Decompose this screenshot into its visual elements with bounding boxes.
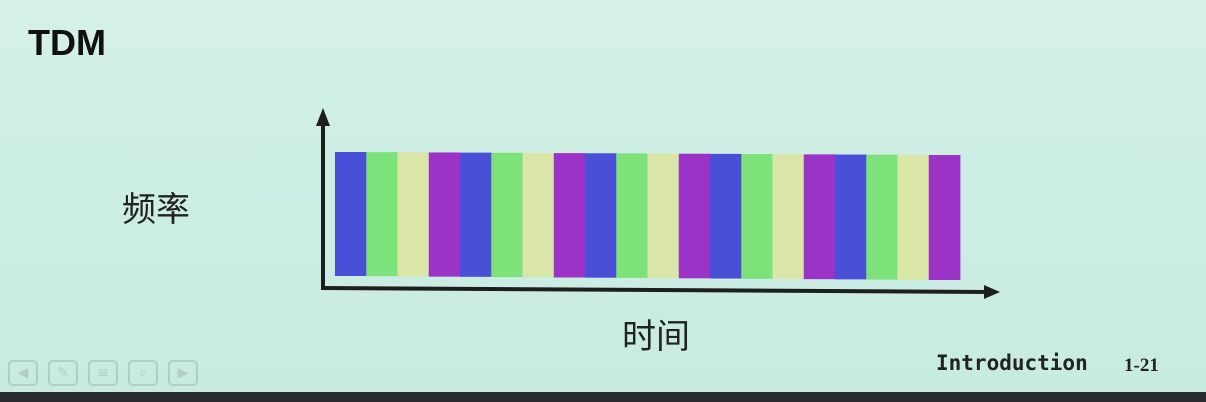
time-slot-purple	[803, 154, 836, 280]
time-slot-purple	[928, 155, 961, 280]
time-slot-blue	[835, 154, 867, 280]
time-slot-yellow	[522, 152, 555, 278]
next-icon[interactable]: ▶	[168, 360, 198, 386]
time-axis-label: 时间	[622, 317, 690, 357]
time-slot-purple	[553, 153, 586, 278]
time-slot-yellow	[897, 154, 930, 280]
footer-title: Introduction	[936, 351, 1088, 375]
time-slots	[335, 152, 961, 280]
time-slot-blue	[335, 152, 367, 276]
prev-icon[interactable]: ◀	[8, 360, 38, 386]
edit-icon[interactable]: ✎	[48, 360, 78, 386]
time-slot-green	[616, 153, 648, 278]
page-number: 1-21	[1124, 355, 1159, 376]
time-slot-yellow	[647, 153, 680, 279]
slide: TDM 频率 时间 Introduction 1-21 ◀ ✎ ≡ ⌕ ▶	[0, 0, 1206, 392]
time-slot-purple	[678, 153, 711, 279]
bottom-bar	[0, 392, 1206, 402]
time-slot-purple	[428, 152, 461, 277]
search-icon[interactable]: ⌕	[128, 360, 158, 386]
slide-controls: ◀ ✎ ≡ ⌕ ▶	[8, 360, 198, 386]
time-slot-green	[491, 152, 523, 278]
time-slot-blue	[460, 152, 492, 277]
time-slot-green	[741, 154, 773, 279]
menu-icon[interactable]: ≡	[88, 360, 118, 386]
time-slot-yellow	[772, 154, 805, 279]
time-slot-green	[866, 154, 898, 280]
time-slot-blue	[710, 153, 742, 279]
time-slot-yellow	[397, 152, 430, 277]
y-axis-arrow-icon	[316, 108, 330, 126]
x-axis-arrow-icon	[984, 285, 1000, 299]
frequency-axis-label: 频率	[122, 190, 190, 230]
time-slot-blue	[585, 153, 617, 278]
x-axis	[320, 286, 987, 294]
time-slot-green	[366, 152, 398, 277]
